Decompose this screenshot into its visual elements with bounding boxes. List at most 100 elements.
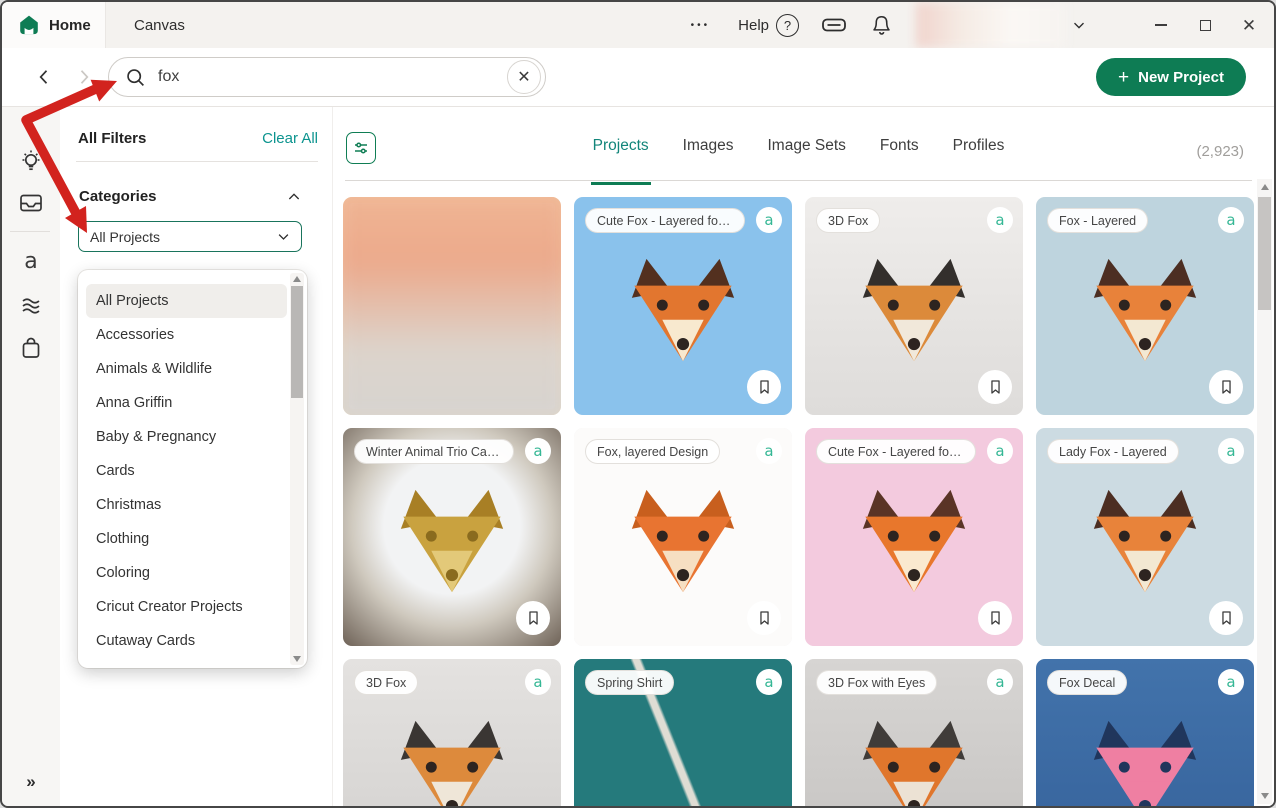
- project-title-badge: Fox, layered Design: [585, 439, 720, 464]
- inspiration-lightbulb-icon[interactable]: [19, 149, 43, 175]
- cricut-access-badge-icon: a: [1218, 207, 1244, 233]
- project-title-badge: 3D Fox with Eyes: [816, 670, 937, 695]
- bookmark-icon[interactable]: [978, 370, 1012, 404]
- cricut-access-badge-icon: a: [987, 438, 1013, 464]
- scroll-up-icon[interactable]: [1257, 181, 1272, 193]
- materials-waves-icon[interactable]: [18, 293, 44, 319]
- filter-toggle-button[interactable]: [346, 132, 376, 164]
- category-option[interactable]: Accessories: [86, 318, 287, 352]
- category-option[interactable]: Animals & Wildlife: [86, 352, 287, 386]
- project-card[interactable]: Cute Fox - Layered for c... a: [805, 428, 1023, 646]
- tab-images[interactable]: Images: [683, 137, 734, 169]
- category-option[interactable]: Cards: [86, 454, 287, 488]
- bookmark-icon[interactable]: [516, 601, 550, 635]
- project-title-badge: Lady Fox - Layered: [1047, 439, 1179, 464]
- question-icon: ?: [776, 14, 799, 37]
- cricut-access-badge-icon: a: [756, 669, 782, 695]
- tab-projects[interactable]: Projects: [593, 137, 649, 169]
- filter-panel: All Filters Clear All Categories All Pro…: [60, 107, 332, 806]
- machine-icon[interactable]: [821, 14, 847, 36]
- fox-illustration: [391, 716, 513, 808]
- clear-search-icon[interactable]: ✕: [507, 60, 541, 94]
- project-title-badge: Cute Fox - Layered for c...: [816, 439, 976, 464]
- back-button[interactable]: [34, 67, 54, 87]
- tab-image-sets[interactable]: Image Sets: [767, 137, 845, 169]
- cricut-access-icon[interactable]: a: [24, 249, 37, 274]
- sliders-icon: [352, 138, 370, 158]
- expand-rail-chevrons-icon[interactable]: »: [26, 772, 35, 792]
- fox-illustration: [391, 485, 513, 597]
- dropdown-scrollbar[interactable]: [290, 273, 304, 665]
- project-card[interactable]: 3D Fox a: [805, 197, 1023, 415]
- search-icon: [125, 67, 146, 88]
- close-button[interactable]: ✕: [1240, 16, 1258, 34]
- tab-fonts[interactable]: Fonts: [880, 137, 919, 169]
- project-card[interactable]: 3D Fox a: [343, 659, 561, 808]
- category-option[interactable]: Christmas: [86, 488, 287, 522]
- maximize-button[interactable]: [1196, 16, 1214, 34]
- bookmark-icon[interactable]: [1209, 601, 1243, 635]
- fox-illustration: [853, 485, 975, 597]
- fox-illustration: [1084, 716, 1206, 808]
- fox-illustration: [1084, 485, 1206, 597]
- bookmark-icon[interactable]: [1209, 370, 1243, 404]
- shop-bag-icon[interactable]: [19, 335, 43, 361]
- fox-illustration: [853, 254, 975, 366]
- search-input[interactable]: [156, 67, 507, 87]
- collapse-chevron-up-icon[interactable]: [286, 189, 302, 205]
- tab-profiles[interactable]: Profiles: [953, 137, 1005, 169]
- scroll-down-icon[interactable]: [1257, 790, 1272, 802]
- categories-section-label: Categories: [79, 188, 157, 205]
- category-option[interactable]: All Projects: [86, 284, 287, 318]
- category-option[interactable]: Baby & Pregnancy: [86, 420, 287, 454]
- project-card[interactable]: Fox - Layered a: [1036, 197, 1254, 415]
- notifications-bell-icon[interactable]: [871, 14, 892, 37]
- project-card[interactable]: Cute Fox - Layered for c... a: [574, 197, 792, 415]
- project-card[interactable]: Winter Animal Trio Card... a: [343, 428, 561, 646]
- project-title-badge: Winter Animal Trio Card...: [354, 439, 514, 464]
- tab-home[interactable]: Home: [2, 2, 106, 48]
- bookmark-icon[interactable]: [978, 601, 1012, 635]
- search-field[interactable]: ✕: [108, 57, 546, 97]
- fox-illustration: [622, 254, 744, 366]
- bookmark-icon[interactable]: [747, 601, 781, 635]
- project-card[interactable]: Spring Shirt a: [574, 659, 792, 808]
- project-card[interactable]: Lady Fox - Layered a: [1036, 428, 1254, 646]
- results-tabs: Projects Images Image Sets Fonts Profiles: [453, 137, 1144, 169]
- project-title-badge: 3D Fox: [816, 208, 880, 233]
- project-card[interactable]: [343, 197, 561, 415]
- fox-illustration: [853, 716, 975, 808]
- category-option[interactable]: Coloring: [86, 556, 287, 590]
- project-card[interactable]: Fox Decal a: [1036, 659, 1254, 808]
- project-title-badge: Fox Decal: [1047, 670, 1127, 695]
- minimize-button[interactable]: [1152, 16, 1170, 34]
- project-card[interactable]: 3D Fox with Eyes a: [805, 659, 1023, 808]
- scroll-up-icon[interactable]: [290, 273, 304, 285]
- more-menu-icon[interactable]: •••: [691, 20, 711, 31]
- inbox-icon[interactable]: [18, 191, 44, 215]
- cricut-access-badge-icon: a: [987, 669, 1013, 695]
- scroll-down-icon[interactable]: [290, 653, 304, 665]
- account-chevron-down-icon[interactable]: [1070, 16, 1088, 34]
- bookmark-icon[interactable]: [747, 370, 781, 404]
- new-project-button[interactable]: + New Project: [1096, 58, 1246, 96]
- dropdown-scroll-thumb[interactable]: [291, 286, 303, 398]
- category-option[interactable]: Cutaway Cards: [86, 624, 287, 658]
- category-option[interactable]: Cricut Creator Projects: [86, 590, 287, 624]
- tab-canvas[interactable]: Canvas: [134, 17, 185, 34]
- clear-all-link[interactable]: Clear All: [262, 130, 318, 147]
- category-option[interactable]: Clothing: [86, 522, 287, 556]
- result-count: (2,923): [1196, 143, 1244, 160]
- category-select[interactable]: All Projects: [78, 221, 302, 252]
- fox-illustration: [622, 485, 744, 597]
- app-window: Home Canvas ••• Help ?: [0, 0, 1276, 808]
- select-chevron-down-icon: [276, 229, 291, 244]
- help-button[interactable]: Help ?: [738, 14, 799, 37]
- rail-divider: [10, 231, 50, 232]
- main-scrollbar[interactable]: [1257, 179, 1272, 804]
- category-option[interactable]: Anna Griffin: [86, 386, 287, 420]
- results-area: Projects Images Image Sets Fonts Profiles (2…: [332, 107, 1274, 806]
- main-scroll-thumb[interactable]: [1258, 197, 1271, 310]
- forward-button[interactable]: [74, 67, 94, 87]
- project-card[interactable]: Fox, layered Design a: [574, 428, 792, 646]
